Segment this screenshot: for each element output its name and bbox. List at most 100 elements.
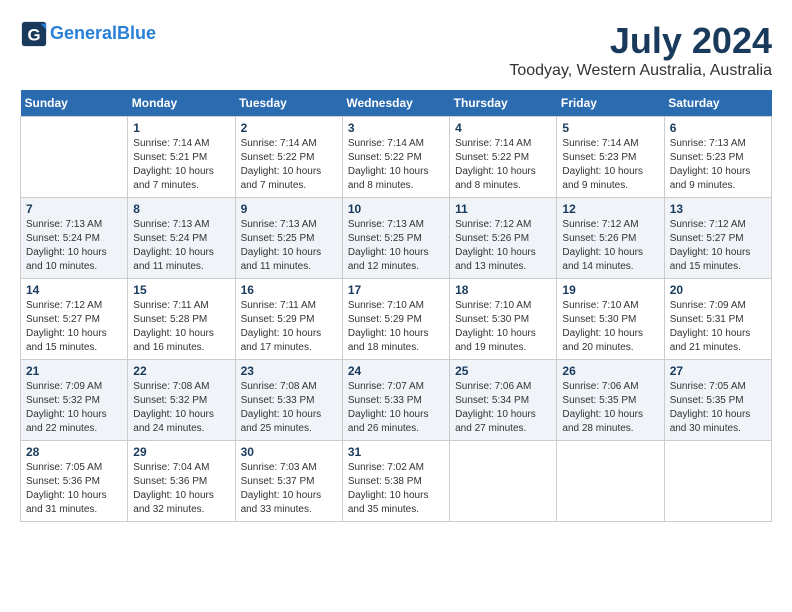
day-number: 29 — [133, 445, 229, 459]
day-info: Sunrise: 7:02 AMSunset: 5:38 PMDaylight:… — [348, 461, 444, 517]
day-number: 19 — [562, 283, 658, 297]
calendar-cell: 30 Sunrise: 7:03 AMSunset: 5:37 PMDayligh… — [235, 441, 342, 522]
day-number: 21 — [26, 364, 122, 378]
day-info: Sunrise: 7:03 AMSunset: 5:37 PMDaylight:… — [241, 461, 337, 517]
calendar-cell: 31 Sunrise: 7:02 AMSunset: 5:38 PMDayligh… — [342, 441, 449, 522]
day-info: Sunrise: 7:14 AMSunset: 5:21 PMDaylight:… — [133, 137, 229, 193]
day-info: Sunrise: 7:10 AMSunset: 5:30 PMDaylight:… — [455, 299, 551, 355]
calendar-cell: 29 Sunrise: 7:04 AMSunset: 5:36 PMDayligh… — [128, 441, 235, 522]
day-info: Sunrise: 7:12 AMSunset: 5:27 PMDaylight:… — [670, 218, 766, 274]
calendar-cell — [450, 441, 557, 522]
calendar-cell: 16 Sunrise: 7:11 AMSunset: 5:29 PMDayligh… — [235, 279, 342, 360]
week-row-2: 7Sunrise: 7:13 AMSunset: 5:24 PMDaylight… — [21, 198, 772, 279]
week-row-1: 1 Sunrise: 7:14 AMSunset: 5:21 PMDaylight… — [21, 117, 772, 198]
calendar-cell: 7Sunrise: 7:13 AMSunset: 5:24 PMDaylight… — [21, 198, 128, 279]
day-number: 1 — [133, 121, 229, 135]
calendar-cell — [664, 441, 771, 522]
calendar-cell: 13 Sunrise: 7:12 AMSunset: 5:27 PMDayligh… — [664, 198, 771, 279]
day-info: Sunrise: 7:05 AMSunset: 5:35 PMDaylight:… — [670, 380, 766, 436]
day-number: 4 — [455, 121, 551, 135]
week-row-3: 14Sunrise: 7:12 AMSunset: 5:27 PMDayligh… — [21, 279, 772, 360]
day-number: 8 — [133, 202, 229, 216]
logo-line1: General — [50, 23, 117, 43]
day-number: 31 — [348, 445, 444, 459]
day-number: 3 — [348, 121, 444, 135]
calendar-cell: 20 Sunrise: 7:09 AMSunset: 5:31 PMDayligh… — [664, 279, 771, 360]
day-info: Sunrise: 7:10 AMSunset: 5:30 PMDaylight:… — [562, 299, 658, 355]
calendar-cell — [557, 441, 664, 522]
calendar-table: SundayMondayTuesdayWednesdayThursdayFrid… — [20, 90, 772, 522]
calendar-cell: 1 Sunrise: 7:14 AMSunset: 5:21 PMDaylight… — [128, 117, 235, 198]
day-number: 11 — [455, 202, 551, 216]
day-number: 30 — [241, 445, 337, 459]
day-info: Sunrise: 7:13 AMSunset: 5:23 PMDaylight:… — [670, 137, 766, 193]
header-tuesday: Tuesday — [235, 90, 342, 117]
calendar-cell: 9Sunrise: 7:13 AMSunset: 5:25 PMDaylight… — [235, 198, 342, 279]
calendar-cell: 28Sunrise: 7:05 AMSunset: 5:36 PMDayligh… — [21, 441, 128, 522]
day-number: 13 — [670, 202, 766, 216]
day-number: 2 — [241, 121, 337, 135]
day-number: 17 — [348, 283, 444, 297]
day-number: 5 — [562, 121, 658, 135]
calendar-cell: 14Sunrise: 7:12 AMSunset: 5:27 PMDayligh… — [21, 279, 128, 360]
day-info: Sunrise: 7:09 AMSunset: 5:31 PMDaylight:… — [670, 299, 766, 355]
svg-text:G: G — [27, 26, 40, 45]
calendar-cell: 11 Sunrise: 7:12 AMSunset: 5:26 PMDayligh… — [450, 198, 557, 279]
day-info: Sunrise: 7:12 AMSunset: 5:26 PMDaylight:… — [562, 218, 658, 274]
calendar-cell: 8 Sunrise: 7:13 AMSunset: 5:24 PMDaylight… — [128, 198, 235, 279]
calendar-cell: 17Sunrise: 7:10 AMSunset: 5:29 PMDayligh… — [342, 279, 449, 360]
day-info: Sunrise: 7:14 AMSunset: 5:22 PMDaylight:… — [348, 137, 444, 193]
calendar-header-row: SundayMondayTuesdayWednesdayThursdayFrid… — [21, 90, 772, 117]
calendar-cell: 15 Sunrise: 7:11 AMSunset: 5:28 PMDayligh… — [128, 279, 235, 360]
day-info: Sunrise: 7:14 AMSunset: 5:23 PMDaylight:… — [562, 137, 658, 193]
day-number: 12 — [562, 202, 658, 216]
calendar-cell: 21Sunrise: 7:09 AMSunset: 5:32 PMDayligh… — [21, 360, 128, 441]
header-sunday: Sunday — [21, 90, 128, 117]
day-info: Sunrise: 7:12 AMSunset: 5:26 PMDaylight:… — [455, 218, 551, 274]
calendar-cell: 27 Sunrise: 7:05 AMSunset: 5:35 PMDayligh… — [664, 360, 771, 441]
day-number: 20 — [670, 283, 766, 297]
calendar-cell: 3 Sunrise: 7:14 AMSunset: 5:22 PMDaylight… — [342, 117, 449, 198]
day-info: Sunrise: 7:12 AMSunset: 5:27 PMDaylight:… — [26, 299, 122, 355]
month-title: July 2024 — [509, 20, 772, 62]
header-monday: Monday — [128, 90, 235, 117]
calendar-cell: 5 Sunrise: 7:14 AMSunset: 5:23 PMDaylight… — [557, 117, 664, 198]
day-number: 23 — [241, 364, 337, 378]
day-number: 27 — [670, 364, 766, 378]
day-number: 25 — [455, 364, 551, 378]
calendar-cell: 12 Sunrise: 7:12 AMSunset: 5:26 PMDayligh… — [557, 198, 664, 279]
header-saturday: Saturday — [664, 90, 771, 117]
day-info: Sunrise: 7:11 AMSunset: 5:28 PMDaylight:… — [133, 299, 229, 355]
day-info: Sunrise: 7:13 AMSunset: 5:25 PMDaylight:… — [241, 218, 337, 274]
week-row-4: 21Sunrise: 7:09 AMSunset: 5:32 PMDayligh… — [21, 360, 772, 441]
location-title: Toodyay, Western Australia, Australia — [509, 62, 772, 80]
calendar-cell: 26 Sunrise: 7:06 AMSunset: 5:35 PMDayligh… — [557, 360, 664, 441]
day-number: 10 — [348, 202, 444, 216]
day-number: 22 — [133, 364, 229, 378]
calendar-cell: 19 Sunrise: 7:10 AMSunset: 5:30 PMDayligh… — [557, 279, 664, 360]
day-number: 24 — [348, 364, 444, 378]
header-thursday: Thursday — [450, 90, 557, 117]
title-block: July 2024 Toodyay, Western Australia, Au… — [509, 20, 772, 80]
day-info: Sunrise: 7:04 AMSunset: 5:36 PMDaylight:… — [133, 461, 229, 517]
calendar-cell: 23 Sunrise: 7:08 AMSunset: 5:33 PMDayligh… — [235, 360, 342, 441]
day-number: 26 — [562, 364, 658, 378]
calendar-cell: 22 Sunrise: 7:08 AMSunset: 5:32 PMDayligh… — [128, 360, 235, 441]
day-number: 6 — [670, 121, 766, 135]
logo-line2: Blue — [117, 23, 156, 43]
day-info: Sunrise: 7:13 AMSunset: 5:24 PMDaylight:… — [26, 218, 122, 274]
day-info: Sunrise: 7:14 AMSunset: 5:22 PMDaylight:… — [455, 137, 551, 193]
day-number: 15 — [133, 283, 229, 297]
day-number: 16 — [241, 283, 337, 297]
day-info: Sunrise: 7:13 AMSunset: 5:24 PMDaylight:… — [133, 218, 229, 274]
calendar-cell: 18Sunrise: 7:10 AMSunset: 5:30 PMDayligh… — [450, 279, 557, 360]
day-info: Sunrise: 7:07 AMSunset: 5:33 PMDaylight:… — [348, 380, 444, 436]
calendar-cell — [21, 117, 128, 198]
day-info: Sunrise: 7:11 AMSunset: 5:29 PMDaylight:… — [241, 299, 337, 355]
calendar-cell: 6 Sunrise: 7:13 AMSunset: 5:23 PMDaylight… — [664, 117, 771, 198]
day-info: Sunrise: 7:06 AMSunset: 5:35 PMDaylight:… — [562, 380, 658, 436]
day-info: Sunrise: 7:08 AMSunset: 5:32 PMDaylight:… — [133, 380, 229, 436]
header-wednesday: Wednesday — [342, 90, 449, 117]
day-info: Sunrise: 7:08 AMSunset: 5:33 PMDaylight:… — [241, 380, 337, 436]
day-number: 28 — [26, 445, 122, 459]
